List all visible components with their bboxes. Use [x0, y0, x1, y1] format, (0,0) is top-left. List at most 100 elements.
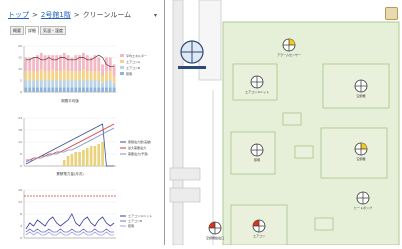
bar [36, 80, 39, 88]
legend-label: エアコンA [126, 59, 141, 64]
bar [74, 87, 78, 92]
sensor-icon[interactable]: エアコン [252, 219, 266, 238]
bar [32, 80, 35, 88]
sensor-label: アラームセンサー [277, 52, 301, 57]
sensor-label: 空調機給電口 [206, 235, 224, 240]
bar [85, 71, 89, 81]
bar [105, 71, 108, 81]
series-line [25, 213, 115, 230]
tab-summary[interactable]: 概要 [10, 26, 24, 35]
bar [82, 69, 85, 81]
bar [70, 87, 74, 92]
bar [97, 87, 101, 92]
bar [85, 87, 89, 92]
legend-label: 需要電力(予測) [128, 151, 148, 156]
breadcrumb-item-current: クリーンルーム [82, 11, 132, 19]
wall-corridor-left [172, 0, 184, 246]
bar [112, 82, 116, 88]
bar [105, 87, 108, 92]
bar [112, 64, 116, 76]
bar [78, 152, 81, 166]
bar [24, 80, 28, 88]
legend-label: 平均エネルギー [126, 53, 147, 58]
bar [43, 87, 47, 92]
wall-block-low [169, 187, 201, 203]
bar [47, 71, 51, 81]
bar [36, 87, 39, 92]
bar [70, 71, 74, 81]
y-tick-label: 20 [18, 44, 22, 48]
bar [59, 71, 62, 81]
bar [62, 69, 66, 81]
chart-temperature-trend: 0 4 8 12 16 エアコンユニット エアコンB 照明 [10, 186, 162, 245]
bar [28, 87, 32, 92]
legend-label: 最大需要電力 [128, 145, 146, 150]
bar [101, 142, 104, 166]
series-line [25, 228, 115, 233]
bar [85, 148, 89, 166]
inner-room [320, 127, 388, 179]
chart2-svg: 0 6 12 18 24 累積電力量(実績)最大需要電力需要電力(予測) 累積電力量(月次) [18, 116, 151, 176]
bar [47, 87, 51, 92]
bar [97, 71, 101, 81]
left-panel: トップ >2号館1階 > クリーンルーム ▾ 概要 詳細 気温・湿度 0 5 10 15 20… [4, 0, 166, 245]
bar [89, 80, 93, 88]
bar [82, 150, 85, 166]
bar [101, 64, 104, 76]
bar [66, 80, 70, 88]
y-tick-label: 12 [18, 140, 22, 144]
bar [66, 87, 70, 92]
y-tick-label: 15 [18, 56, 22, 60]
bar [101, 75, 104, 83]
legend-label: エアコンB [128, 218, 142, 223]
legend-label: 累積電力量(実績) [128, 139, 151, 144]
y-tick-label: 0 [20, 164, 22, 168]
bar [112, 87, 116, 92]
sensor-icon[interactable]: 空調機 [354, 142, 368, 161]
tab-temperature[interactable]: 気温・湿度 [40, 26, 66, 35]
floor-map-svg: アラームセンサーエアコンユニット空調機照明 空調機ヒートポンプエアコン空調機給電口 [169, 0, 400, 246]
y-tick-label: 24 [18, 116, 22, 120]
bar [105, 80, 108, 88]
legend-label: エアコンB [126, 65, 140, 70]
bar [82, 80, 85, 88]
sensor-icon[interactable]: 空調機給電口 [206, 221, 224, 240]
bar [28, 80, 32, 88]
bar [93, 146, 97, 166]
bar [78, 87, 81, 92]
bar [62, 160, 66, 166]
sensor-label: 空調機 [356, 156, 365, 161]
bar [32, 71, 35, 81]
bar [55, 80, 58, 88]
floor-map: アラームセンサー エアコンユニット 空調機 照明 空調機 ヒートポンプ エアコン 空調機給電口 [165, 0, 402, 246]
bar [74, 80, 78, 88]
sensor-label: エアコンユニット [245, 89, 269, 94]
bar [78, 71, 81, 81]
chevron-down-icon[interactable]: ▾ [154, 12, 157, 19]
breadcrumb-item-top[interactable]: トップ [8, 11, 29, 19]
bar [66, 71, 70, 81]
bar [78, 80, 81, 88]
bar [32, 87, 35, 92]
y-tick-label: 8 [20, 212, 22, 216]
sensor-label: 照明 [254, 158, 260, 162]
sensor-label: エアコン [253, 233, 265, 238]
bar [108, 57, 112, 72]
y-tick-label: 18 [18, 128, 22, 132]
tab-detail[interactable]: 詳細 [25, 26, 39, 35]
bar [59, 80, 62, 88]
home-icon[interactable] [385, 7, 398, 20]
chart-energy-average: 0 5 10 15 20 平均エネルギー エアコンA エアコンB 照明 期間平均値 [10, 40, 162, 108]
bar [70, 80, 74, 88]
legend-swatch [120, 54, 124, 57]
bar [39, 52, 43, 69]
breadcrumb-item-floor[interactable]: 2号館1階 [41, 11, 71, 19]
sensor-icon[interactable]: 空調機 [354, 79, 368, 98]
legend-swatch [120, 66, 124, 69]
bar [39, 80, 43, 88]
y-tick-label: 10 [18, 67, 22, 71]
bar [93, 71, 97, 81]
bar [39, 87, 43, 92]
bar [89, 146, 93, 166]
bar [47, 80, 51, 88]
